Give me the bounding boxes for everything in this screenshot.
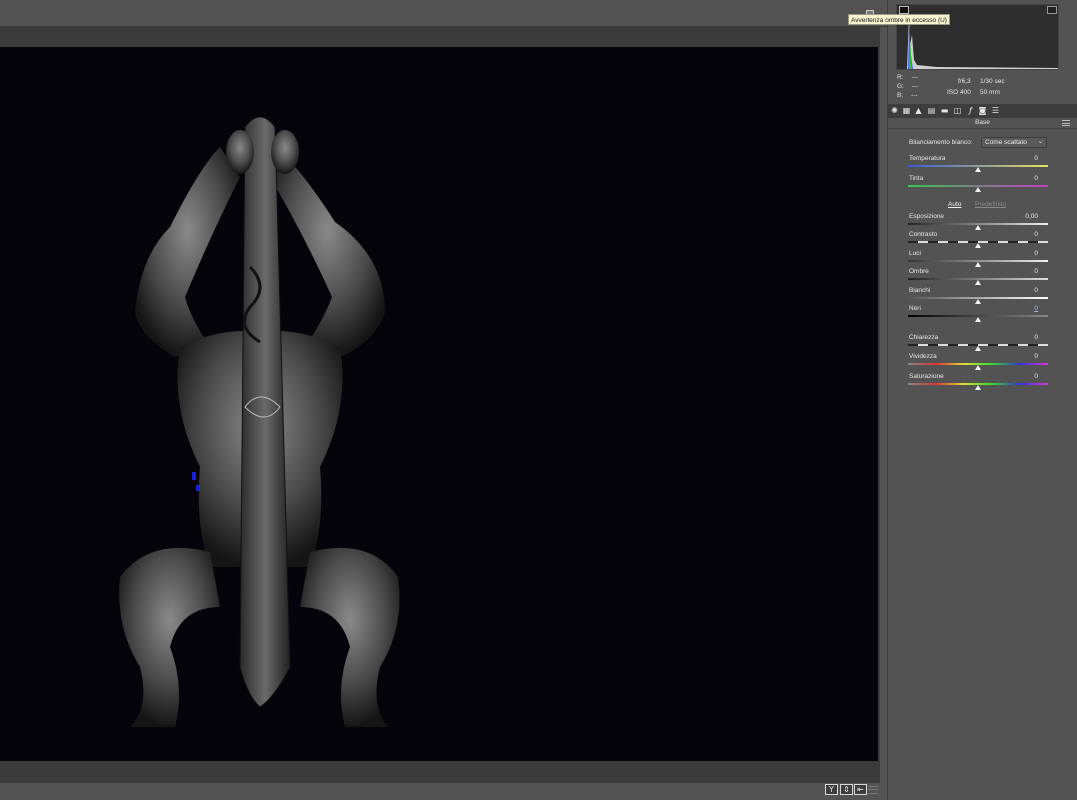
tooltip: Avvertenza ombre in eccesso (U) xyxy=(848,14,950,25)
temperatura-label: Temperatura xyxy=(909,155,946,162)
vividezza-value-field[interactable]: 0 xyxy=(1000,353,1038,360)
bianchi-label: Bianchi xyxy=(909,287,931,294)
contrasto-slider-thumb[interactable] xyxy=(975,243,981,248)
presets-icon[interactable]: ☰ xyxy=(991,106,1000,115)
split-toning-icon[interactable]: ▬ xyxy=(940,106,949,115)
bottom-bar xyxy=(0,783,880,800)
photo-subject xyxy=(119,116,400,727)
divider xyxy=(888,128,1077,129)
readout-r: R: --- xyxy=(897,74,918,81)
highlight-clipping-warning-icon[interactable] xyxy=(1047,6,1057,14)
white-balance-label: Bilanciamento bianco: xyxy=(909,139,973,146)
tinta-slider-thumb[interactable] xyxy=(975,187,981,192)
auto-button[interactable]: Auto xyxy=(948,201,961,208)
hsl-icon[interactable]: ▤ xyxy=(927,106,936,115)
ombre-value-field[interactable]: 0 xyxy=(1000,268,1038,275)
iso-value: ISO 400 xyxy=(947,89,971,96)
esposizione-slider-thumb[interactable] xyxy=(975,225,981,230)
swap-settings-button[interactable]: ⇕ xyxy=(840,784,853,795)
luci-label: Luci xyxy=(909,250,921,257)
contrasto-label: Contrasto xyxy=(909,231,938,238)
chiarezza-slider-thumb[interactable] xyxy=(975,346,981,351)
white-balance-value: Come scattato xyxy=(985,139,1027,146)
chiarezza-label: Chiarezza xyxy=(909,334,939,341)
chiarezza-value-field[interactable]: 0 xyxy=(1000,334,1038,341)
luci-value-field[interactable]: 0 xyxy=(1000,250,1038,257)
contrasto-value-field[interactable]: 0 xyxy=(1000,231,1038,238)
saturazione-label: Saturazione xyxy=(909,373,944,380)
lens-icon[interactable]: ◫ xyxy=(953,106,962,115)
before-after-y-button[interactable]: Y xyxy=(825,784,838,795)
camera-raw-window: Y ⇕ ⇤ Avvertenza ombre in eccesso (U) R:… xyxy=(0,0,1077,800)
aperture-icon[interactable]: ✺ xyxy=(890,106,899,115)
white-balance-select[interactable]: Come scattato ⌄ xyxy=(981,137,1047,148)
image-preview[interactable] xyxy=(0,47,878,761)
neri-value-field[interactable]: 0 xyxy=(1000,305,1038,312)
copy-settings-button[interactable]: ⇤ xyxy=(854,784,867,795)
shutter-value: 1/30 sec xyxy=(980,78,1005,85)
esposizione-value-field[interactable]: 0,00 xyxy=(1000,213,1038,220)
saturazione-slider-thumb[interactable] xyxy=(975,385,981,390)
detail-icon[interactable]: ▲ xyxy=(914,106,923,115)
neri-slider-thumb[interactable] xyxy=(975,317,981,322)
focal-length-value: 50 mm xyxy=(980,89,1000,96)
shadow-clipping-warning-icon[interactable] xyxy=(899,6,909,14)
vividezza-label: Vividezza xyxy=(909,353,937,360)
bianchi-value-field[interactable]: 0 xyxy=(1000,287,1038,294)
section-title: Base xyxy=(975,119,990,126)
camera-calibration-icon[interactable]: ◙ xyxy=(978,106,987,115)
tone-curve-icon[interactable]: ▦ xyxy=(902,106,911,115)
ombre-label: Ombre xyxy=(909,268,929,275)
neri-label: Neri xyxy=(909,305,921,312)
saturazione-value-field[interactable]: 0 xyxy=(1000,373,1038,380)
readout-g: G: --- xyxy=(897,83,919,90)
default-button: Predefinito xyxy=(975,201,1007,208)
section-menu-icon[interactable] xyxy=(1062,120,1070,126)
aperture-value: f/6,3 xyxy=(958,78,971,85)
effects-icon[interactable]: ƒ xyxy=(966,106,975,115)
temperatura-value-field[interactable]: 0 xyxy=(1000,155,1038,162)
view-options-icon[interactable] xyxy=(868,786,878,794)
tinta-label: Tinta xyxy=(909,175,924,182)
luci-slider-thumb[interactable] xyxy=(975,262,981,267)
esposizione-label: Esposizione xyxy=(909,213,945,220)
vividezza-slider-thumb[interactable] xyxy=(975,365,981,370)
readout-b: B: --- xyxy=(897,92,918,99)
tinta-value-field[interactable]: 0 xyxy=(1000,175,1038,182)
temperatura-slider-thumb[interactable] xyxy=(975,167,981,172)
bianchi-slider-thumb[interactable] xyxy=(975,299,981,304)
ombre-slider-thumb[interactable] xyxy=(975,280,981,285)
chevron-down-icon: ⌄ xyxy=(1037,139,1043,145)
